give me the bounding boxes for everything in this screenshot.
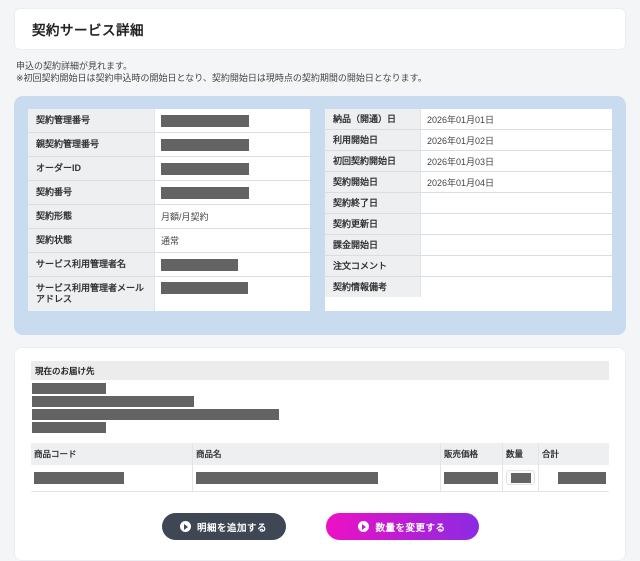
total-cell — [539, 465, 609, 491]
product-table-header: 商品コード 商品名 販売価格 数量 合計 — [31, 443, 609, 465]
field-label: 契約番号 — [28, 181, 155, 204]
redacted-address-line — [32, 383, 106, 394]
table-row: 注文コメント — [325, 256, 612, 277]
note-line-1: 申込の契約詳細が見れます。 — [16, 61, 133, 71]
table-row: 契約更新日 — [325, 214, 612, 235]
delivery-address-lines — [31, 380, 609, 433]
redacted-value — [510, 472, 531, 483]
page-header-card: 契約サービス詳細 — [14, 8, 626, 50]
field-value — [155, 157, 310, 180]
note-line-2: ※初回契約開始日は契約申込時の開始日となり、契約開始日は現時点の契約期間の開始日… — [16, 73, 427, 83]
field-value — [421, 256, 612, 276]
redacted-value — [444, 471, 498, 484]
quantity-input[interactable] — [506, 470, 535, 485]
table-row: オーダーID — [28, 157, 310, 181]
field-value — [155, 181, 310, 204]
field-label: 注文コメント — [325, 256, 421, 276]
product-code-cell — [31, 465, 193, 491]
table-row: 課金開始日 — [325, 235, 612, 256]
product-table: 商品コード 商品名 販売価格 数量 合計 — [31, 443, 609, 492]
field-label: サービス利用管理者名 — [28, 253, 155, 276]
field-value — [155, 133, 310, 156]
contract-info-table: 契約管理番号 親契約管理番号 オーダーID 契約番号 契約形態 月額/月契約 契… — [28, 109, 310, 311]
product-table-row — [31, 465, 609, 491]
contract-detail-panel: 契約管理番号 親契約管理番号 オーダーID 契約番号 契約形態 月額/月契約 契… — [14, 96, 626, 335]
table-row: サービス利用管理者名 — [28, 253, 310, 277]
action-buttons: 明細を追加する 数量を変更する — [31, 513, 609, 540]
field-value: 2026年01月01日 — [421, 109, 612, 129]
field-label: 契約状態 — [28, 229, 155, 252]
table-row: 契約終了日 — [325, 193, 612, 214]
redacted-value — [161, 162, 249, 175]
page-notes: 申込の契約詳細が見れます。 ※初回契約開始日は契約申込時の開始日となり、契約開始… — [16, 60, 624, 84]
field-value: 2026年01月03日 — [421, 151, 612, 171]
column-header-total: 合計 — [542, 449, 560, 459]
field-label: 親契約管理番号 — [28, 133, 155, 156]
field-label: 課金開始日 — [325, 235, 421, 255]
quantity-cell — [503, 465, 539, 491]
field-label: 納品（開通）日 — [325, 109, 421, 129]
redacted-value — [34, 471, 124, 484]
field-label: 契約開始日 — [325, 172, 421, 192]
price-cell — [441, 465, 503, 491]
order-detail-card: 現在のお届け先 商品コード 商品名 販売価格 数量 合計 明細を追加する 数量を… — [14, 347, 626, 561]
field-value — [421, 193, 612, 213]
table-row: サービス利用管理者メールアドレス — [28, 277, 310, 311]
table-row: 契約状態 通常 — [28, 229, 310, 253]
table-row: 初回契約開始日 2026年01月03日 — [325, 151, 612, 172]
column-header-product-name: 商品名 — [193, 443, 441, 465]
add-line-item-label: 明細を追加する — [196, 522, 267, 534]
redacted-address-line — [32, 396, 194, 407]
page-title: 契約サービス詳細 — [32, 23, 144, 38]
column-header-product-code: 商品コード — [31, 443, 193, 465]
column-header-price: 販売価格 — [441, 443, 503, 465]
field-label: 契約終了日 — [325, 193, 421, 213]
field-value — [421, 214, 612, 234]
field-label: 契約形態 — [28, 205, 155, 228]
field-label: 初回契約開始日 — [325, 151, 421, 171]
field-label: 契約情報備考 — [325, 277, 421, 297]
field-value: 通常 — [155, 229, 310, 252]
redacted-address-line — [32, 409, 279, 420]
redacted-value — [161, 138, 249, 151]
product-name-cell — [193, 465, 441, 491]
field-value: 2026年01月02日 — [421, 130, 612, 150]
field-value — [421, 235, 612, 255]
redacted-value — [161, 114, 249, 127]
redacted-value — [196, 471, 378, 484]
redacted-address-line — [32, 422, 106, 433]
field-value — [155, 109, 310, 132]
field-value: 2026年01月04日 — [421, 172, 612, 192]
table-row: 納品（開通）日 2026年01月01日 — [325, 109, 612, 130]
field-label: オーダーID — [28, 157, 155, 180]
field-value — [421, 277, 612, 297]
column-header-quantity: 数量 — [503, 443, 539, 465]
table-row: 親契約管理番号 — [28, 133, 310, 157]
table-row: 契約管理番号 — [28, 109, 310, 133]
table-row: 契約番号 — [28, 181, 310, 205]
redacted-value — [161, 186, 249, 199]
redacted-value — [161, 282, 248, 294]
delivery-address-header: 現在のお届け先 — [31, 361, 609, 380]
change-quantity-button[interactable]: 数量を変更する — [325, 513, 479, 540]
field-label: 契約更新日 — [325, 214, 421, 234]
table-row: 契約形態 月額/月契約 — [28, 205, 310, 229]
add-line-item-button[interactable]: 明細を追加する — [161, 513, 286, 540]
field-label: 利用開始日 — [325, 130, 421, 150]
table-row: 契約開始日 2026年01月04日 — [325, 172, 612, 193]
redacted-value — [558, 471, 606, 484]
arrow-circle-icon — [179, 521, 191, 532]
field-value: 月額/月契約 — [155, 205, 310, 228]
redacted-value — [161, 258, 238, 271]
contract-dates-table: 納品（開通）日 2026年01月01日 利用開始日 2026年01月02日 初回… — [325, 109, 612, 311]
field-value — [155, 253, 310, 276]
change-quantity-label: 数量を変更する — [375, 522, 446, 534]
field-value — [155, 277, 310, 311]
table-row: 利用開始日 2026年01月02日 — [325, 130, 612, 151]
field-label: 契約管理番号 — [28, 109, 155, 132]
field-label: サービス利用管理者メールアドレス — [28, 277, 155, 311]
table-row: 契約情報備考 — [325, 277, 612, 297]
arrow-circle-icon — [358, 521, 370, 532]
